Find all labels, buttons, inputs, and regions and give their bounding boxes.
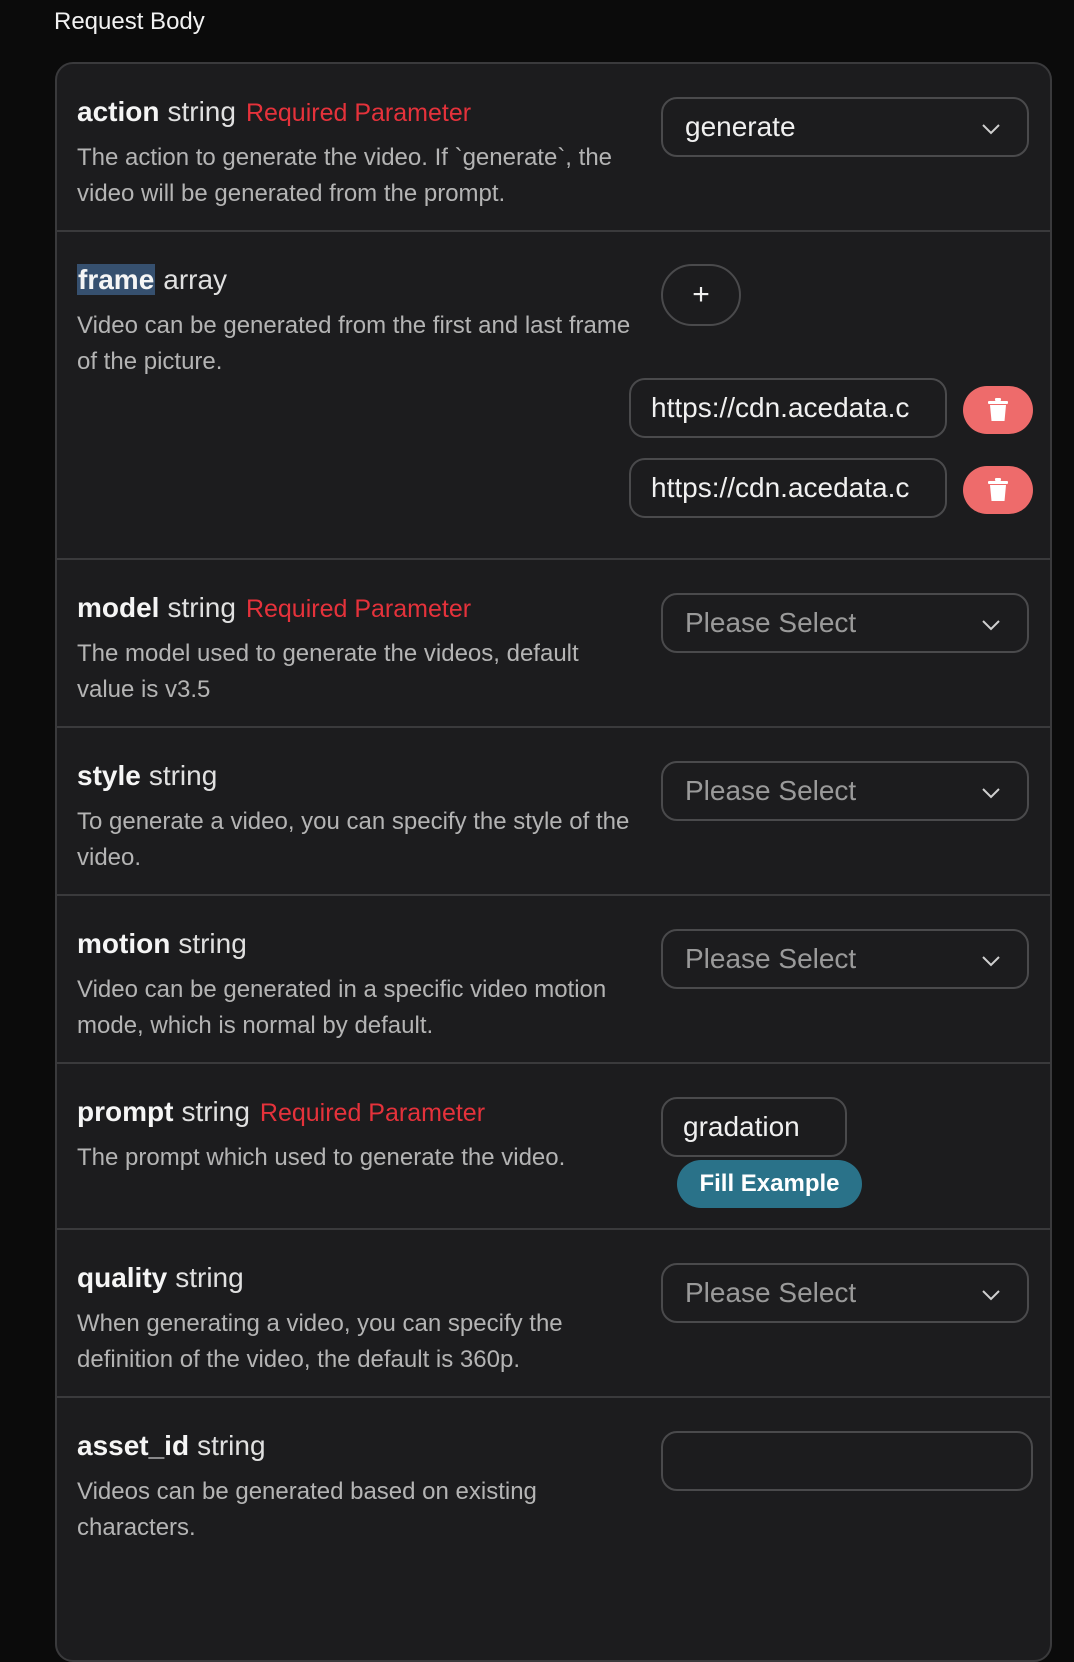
required-label: Required Parameter (259, 1099, 486, 1127)
param-row-action: action string Required Parameter The actio… (57, 64, 1050, 232)
delete-frame-button[interactable] (963, 386, 1033, 434)
param-header: prompt string Required Parameter (77, 1094, 485, 1131)
required-label: Required Parameter (245, 595, 472, 623)
param-description: When generating a video, you can specify… (77, 1310, 563, 1373)
prompt-input[interactable]: gradation (661, 1097, 847, 1157)
select-value: generate (685, 111, 796, 142)
param-row-frame: frame array Video can be generated from t… (57, 232, 1050, 560)
param-type: string (167, 96, 236, 127)
param-row-asset-id: asset_id string Videos can be generated b… (57, 1398, 1050, 1638)
quality-select[interactable]: Please Select (661, 1263, 1029, 1323)
param-header: motion string (77, 926, 247, 962)
param-name: action (77, 96, 160, 127)
param-name: model (77, 592, 160, 623)
chevron-down-icon (982, 788, 1000, 799)
style-select[interactable]: Please Select (661, 761, 1029, 821)
param-description: The prompt which used to generate the vi… (77, 1144, 566, 1171)
param-header: asset_id string (77, 1428, 266, 1464)
request-body-panel: action string Required Parameter The actio… (55, 62, 1052, 1662)
param-name: style (77, 760, 141, 791)
select-placeholder: Please Select (685, 1277, 857, 1308)
param-name: quality (77, 1262, 168, 1293)
param-description: Videos can be generated based on existin… (77, 1478, 537, 1541)
param-type: string (178, 928, 247, 959)
frame-url-input[interactable]: https://cdn.acedata.c (629, 458, 947, 518)
frame-url-value: https://cdn.acedata.c (651, 392, 910, 423)
param-description: The model used to generate the videos, d… (77, 640, 579, 703)
param-row-style: style string To generate a video, you can… (57, 728, 1050, 896)
param-header: frame array (77, 262, 227, 298)
param-type: string (197, 1430, 266, 1461)
param-row-model: model string Required Parameter The model … (57, 560, 1050, 728)
action-select[interactable]: generate (661, 97, 1029, 157)
param-row-motion: motion string Video can be generated in a… (57, 896, 1050, 1064)
param-description: Video can be generated in a specific vid… (77, 976, 607, 1039)
param-header: action string Required Parameter (77, 94, 471, 131)
param-type: string (181, 1096, 250, 1127)
param-type: array (163, 264, 228, 295)
model-select[interactable]: Please Select (661, 593, 1029, 653)
select-placeholder: Please Select (685, 607, 857, 638)
chevron-down-icon (982, 124, 1000, 135)
trash-icon (988, 478, 1008, 501)
param-description: The action to generate the video. If `ge… (77, 144, 613, 207)
param-row-quality: quality string When generating a video, y… (57, 1230, 1050, 1398)
chevron-down-icon (982, 1290, 1000, 1301)
chevron-down-icon (982, 956, 1000, 967)
delete-frame-button[interactable] (963, 466, 1033, 514)
add-frame-button[interactable]: + (661, 264, 741, 326)
required-label: Required Parameter (245, 99, 472, 127)
request-body-title: Request Body (54, 8, 205, 35)
param-description: Video can be generated from the first an… (77, 312, 631, 375)
fill-example-button[interactable]: Fill Example (677, 1160, 862, 1208)
param-type: string (148, 760, 218, 791)
prompt-value: gradation (683, 1111, 800, 1142)
param-header: quality string (77, 1260, 244, 1296)
param-row-prompt: prompt string Required Parameter The promp… (57, 1064, 1050, 1230)
motion-select[interactable]: Please Select (661, 929, 1029, 989)
frame-url-value: https://cdn.acedata.c (651, 472, 910, 503)
param-header: model string Required Parameter (77, 590, 471, 627)
select-placeholder: Please Select (685, 943, 857, 974)
param-name: asset_id (77, 1430, 190, 1461)
param-type: string (167, 592, 236, 623)
param-name: motion (77, 928, 171, 959)
select-placeholder: Please Select (685, 775, 857, 806)
param-description: To generate a video, you can specify the… (77, 808, 630, 871)
param-type: string (175, 1262, 244, 1293)
trash-icon (988, 398, 1008, 421)
chevron-down-icon (982, 620, 1000, 631)
asset-id-input[interactable] (661, 1431, 1033, 1491)
plus-icon: + (692, 278, 710, 311)
param-name: frame (77, 264, 156, 295)
param-header: style string (77, 758, 217, 794)
frame-url-input[interactable]: https://cdn.acedata.c (629, 378, 947, 438)
param-name: prompt (77, 1096, 174, 1127)
